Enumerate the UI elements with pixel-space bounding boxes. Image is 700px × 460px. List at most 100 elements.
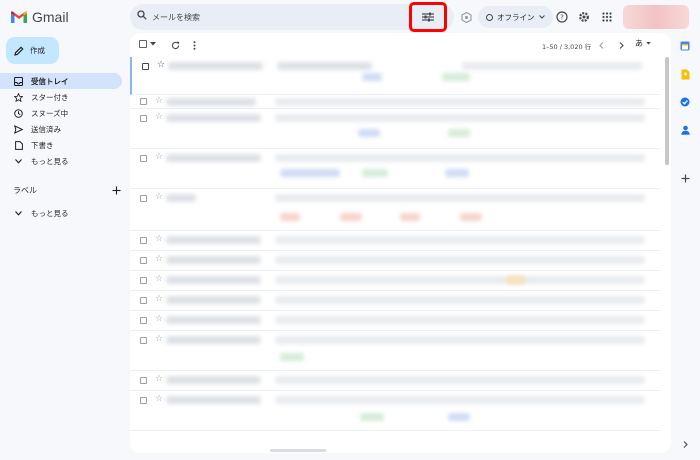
- row-checkbox[interactable]: [140, 377, 147, 384]
- sidebar-item-sent[interactable]: 送信済み: [0, 121, 122, 137]
- table-row[interactable]: ☆: [130, 57, 661, 95]
- row-checkbox[interactable]: [140, 115, 147, 122]
- draft-icon: [14, 140, 23, 150]
- search-options-button[interactable]: [413, 7, 443, 27]
- star-icon[interactable]: ☆: [155, 96, 163, 106]
- vertical-scrollbar[interactable]: [665, 57, 669, 165]
- blurred-sender: [166, 114, 261, 122]
- labels-title: ラベル: [13, 186, 37, 195]
- star-icon[interactable]: ☆: [155, 274, 163, 284]
- star-icon[interactable]: ☆: [155, 112, 163, 122]
- blurred-chip: [358, 129, 380, 137]
- sidebar-item-starred[interactable]: スター付き: [0, 89, 122, 105]
- table-row[interactable]: ☆: [130, 251, 661, 271]
- sidebar-item-labels-more[interactable]: もっと見る: [0, 205, 122, 221]
- search-icon[interactable]: [137, 10, 147, 20]
- blurred-sender: [166, 276, 261, 284]
- row-checkbox[interactable]: [142, 63, 149, 70]
- inbox-icon: [14, 76, 23, 86]
- star-icon[interactable]: ☆: [157, 60, 165, 70]
- input-tools-button[interactable]: あ: [635, 38, 651, 49]
- table-row[interactable]: ☆: [130, 291, 661, 311]
- chevron-down-icon: [14, 157, 23, 166]
- blurred-sender: [168, 62, 263, 70]
- prev-page-icon[interactable]: [596, 40, 606, 50]
- table-row[interactable]: ☆: [130, 271, 661, 291]
- help-icon[interactable]: ?: [554, 9, 570, 25]
- expand-panel-icon[interactable]: [679, 438, 691, 450]
- row-checkbox[interactable]: [140, 277, 147, 284]
- select-all-checkbox[interactable]: [139, 40, 156, 48]
- star-icon: [14, 92, 23, 102]
- table-row[interactable]: ☆: [130, 95, 661, 109]
- star-icon[interactable]: ☆: [155, 394, 163, 404]
- row-checkbox[interactable]: [140, 317, 147, 324]
- blurred-chip: [506, 276, 526, 284]
- table-row[interactable]: ☆: [130, 231, 661, 251]
- row-checkbox[interactable]: [140, 257, 147, 264]
- gmail-m-icon: [11, 11, 27, 23]
- keep-icon[interactable]: [679, 68, 691, 80]
- more-vert-icon[interactable]: [190, 40, 198, 50]
- search-input[interactable]: [152, 9, 382, 25]
- blurred-chip: [340, 213, 362, 221]
- blurred-chip: [448, 413, 470, 421]
- row-checkbox[interactable]: [140, 297, 147, 304]
- table-row[interactable]: ☆: [130, 149, 661, 189]
- contacts-icon[interactable]: [679, 124, 691, 136]
- calendar-icon[interactable]: [679, 40, 691, 52]
- sidebar-item-more[interactable]: もっと見る: [0, 153, 122, 169]
- table-row[interactable]: ☆: [130, 189, 661, 231]
- apps-grid-icon[interactable]: [599, 9, 615, 25]
- pagination-text: 1–50 / 3,020 行: [542, 43, 592, 51]
- table-row[interactable]: ☆: [130, 371, 661, 391]
- add-label-icon[interactable]: [112, 186, 121, 195]
- star-icon[interactable]: ☆: [155, 314, 163, 324]
- sidebar-item-snoozed[interactable]: スヌーズ中: [0, 105, 122, 121]
- table-row[interactable]: ☆: [130, 311, 661, 331]
- star-icon[interactable]: ☆: [155, 254, 163, 264]
- table-row[interactable]: ☆: [130, 331, 661, 371]
- status-offline[interactable]: オフライン: [478, 6, 553, 28]
- sidebar-item-label: 送信済み: [31, 124, 61, 134]
- sidebar-item-label: 下書き: [31, 140, 54, 150]
- row-checkbox[interactable]: [140, 155, 147, 162]
- table-row[interactable]: ☆: [130, 109, 661, 149]
- row-checkbox[interactable]: [140, 98, 147, 105]
- settings-gear-icon[interactable]: [576, 9, 592, 25]
- labels-more: もっと見る: [0, 205, 122, 221]
- row-checkbox[interactable]: [140, 397, 147, 404]
- refresh-icon[interactable]: [170, 40, 180, 50]
- labels-header: ラベル: [13, 185, 121, 196]
- star-icon[interactable]: ☆: [155, 334, 163, 344]
- star-icon[interactable]: ☆: [155, 192, 163, 202]
- star-icon[interactable]: ☆: [155, 374, 163, 384]
- blurred-snippet: [275, 276, 645, 284]
- horizontal-scrollbar[interactable]: [270, 449, 326, 452]
- blurred-snippet: [275, 316, 645, 324]
- row-checkbox[interactable]: [140, 337, 147, 344]
- tune-icon: [422, 12, 434, 22]
- next-page-icon[interactable]: [616, 40, 626, 50]
- sidebar-item-drafts[interactable]: 下書き: [0, 137, 122, 153]
- tasks-icon[interactable]: [679, 96, 691, 108]
- star-icon[interactable]: ☆: [155, 152, 163, 162]
- blurred-sender: [166, 316, 261, 324]
- sidebar-item-inbox[interactable]: 受信トレイ: [0, 73, 122, 89]
- compose-button[interactable]: 作成: [6, 37, 59, 64]
- row-checkbox[interactable]: [140, 237, 147, 244]
- account-avatar[interactable]: [623, 5, 689, 29]
- blurred-sender: [166, 154, 261, 162]
- blurred-snippet: [275, 194, 645, 202]
- blurred-chip: [448, 129, 470, 137]
- table-row[interactable]: ☆: [130, 391, 661, 431]
- blurred-snippet: [275, 256, 645, 264]
- row-checkbox[interactable]: [140, 195, 147, 202]
- star-icon[interactable]: ☆: [155, 234, 163, 244]
- add-addon-icon[interactable]: [679, 172, 691, 184]
- search-bar[interactable]: [130, 4, 454, 30]
- star-icon[interactable]: ☆: [155, 294, 163, 304]
- blurred-chip: [400, 213, 420, 221]
- gmail-logo[interactable]: Gmail: [11, 9, 69, 25]
- gemini-icon[interactable]: [458, 9, 474, 25]
